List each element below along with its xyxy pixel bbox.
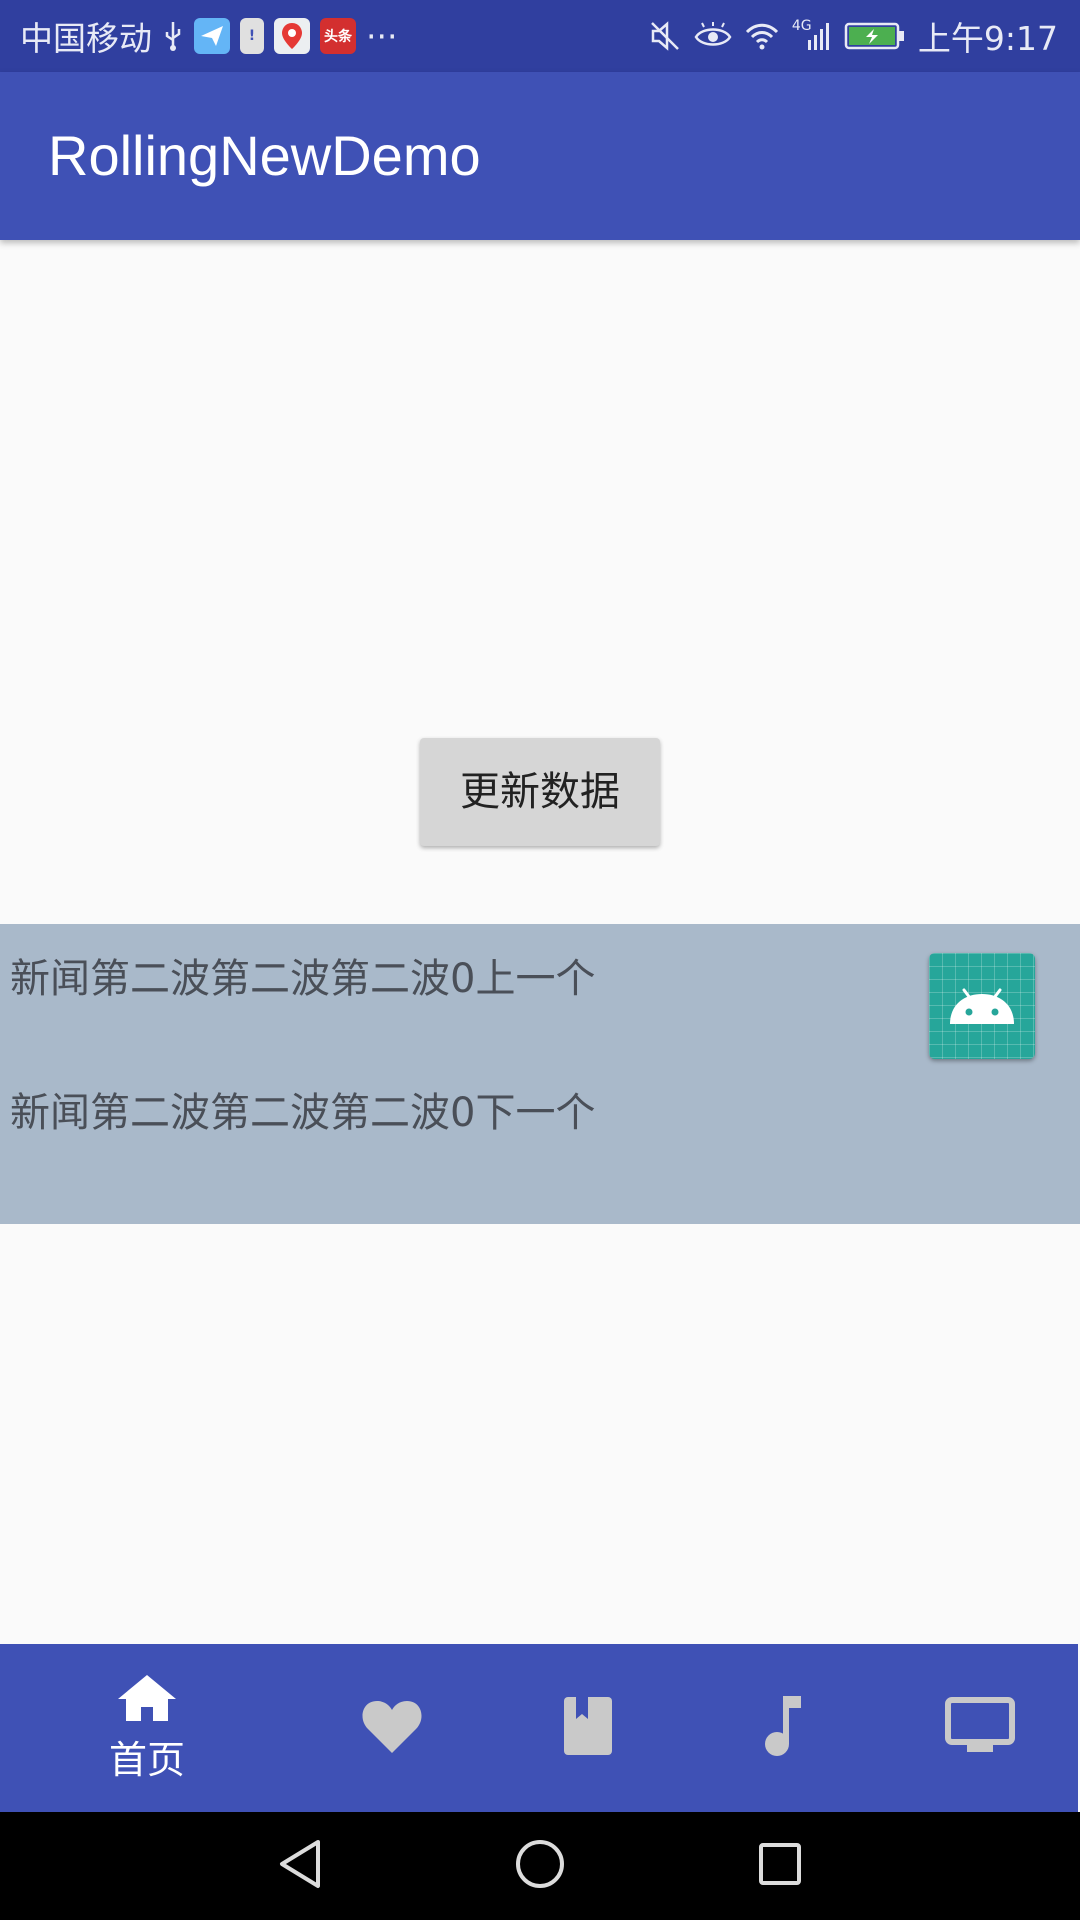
network-type-label: 4G xyxy=(791,18,812,34)
home-button[interactable] xyxy=(480,1812,600,1920)
recents-button[interactable] xyxy=(720,1812,840,1920)
alert-app-icon: ! xyxy=(240,18,264,54)
home-circle-icon xyxy=(514,1838,566,1894)
home-icon xyxy=(116,1673,178,1727)
maps-app-icon xyxy=(274,18,310,54)
signal-icon: 4G xyxy=(791,18,832,52)
wifi-icon xyxy=(744,21,780,51)
update-data-button[interactable]: 更新数据 xyxy=(420,738,660,846)
tv-icon xyxy=(945,1697,1015,1759)
eye-icon xyxy=(694,21,732,51)
recents-icon xyxy=(756,1840,804,1892)
usb-icon xyxy=(162,20,184,52)
toutiao-app-icon: 头条 xyxy=(320,18,356,54)
android-icon[interactable] xyxy=(929,953,1035,1059)
news-item-next[interactable]: 新闻第二波第二波第二波0下一个 xyxy=(10,1080,595,1138)
system-navigation-bar xyxy=(0,1812,1080,1920)
nav-item-music[interactable] xyxy=(708,1644,858,1812)
carrier-label: 中国移动 xyxy=(20,19,152,58)
news-item-previous[interactable]: 新闻第二波第二波第二波0上一个 xyxy=(10,946,595,1004)
mute-icon xyxy=(648,19,682,53)
music-note-icon xyxy=(761,1694,805,1762)
status-bar: 中国移动 ! 头条 ··· 4G 上午9:17 xyxy=(0,0,1080,72)
paper-plane-app-icon xyxy=(194,18,230,54)
more-dots-icon: ··· xyxy=(366,16,398,56)
bottom-navigation: 首页 xyxy=(0,1644,1078,1812)
battery-charging-icon xyxy=(844,21,906,51)
nav-label-home: 首页 xyxy=(108,1737,185,1782)
nav-item-tv[interactable] xyxy=(905,1644,1055,1812)
rolling-news-panel[interactable]: 新闻第二波第二波第二波0上一个 新闻第二波第二波第二波0下一个 xyxy=(0,924,1080,1224)
status-right: 4G 上午9:17 xyxy=(648,0,1058,72)
status-left: 中国移动 ! 头条 ··· xyxy=(20,0,397,72)
back-button[interactable] xyxy=(240,1812,360,1920)
nav-item-favorites[interactable] xyxy=(317,1644,467,1812)
app-bar: RollingNewDemo xyxy=(0,72,1080,240)
nav-item-books[interactable] xyxy=(513,1644,663,1812)
app-title: RollingNewDemo xyxy=(48,124,481,187)
clock-label: 上午9:17 xyxy=(917,19,1058,58)
heart-icon xyxy=(360,1697,424,1759)
nav-item-home[interactable]: 首页 xyxy=(72,1644,222,1812)
back-icon xyxy=(276,1838,324,1894)
book-icon xyxy=(562,1695,614,1761)
